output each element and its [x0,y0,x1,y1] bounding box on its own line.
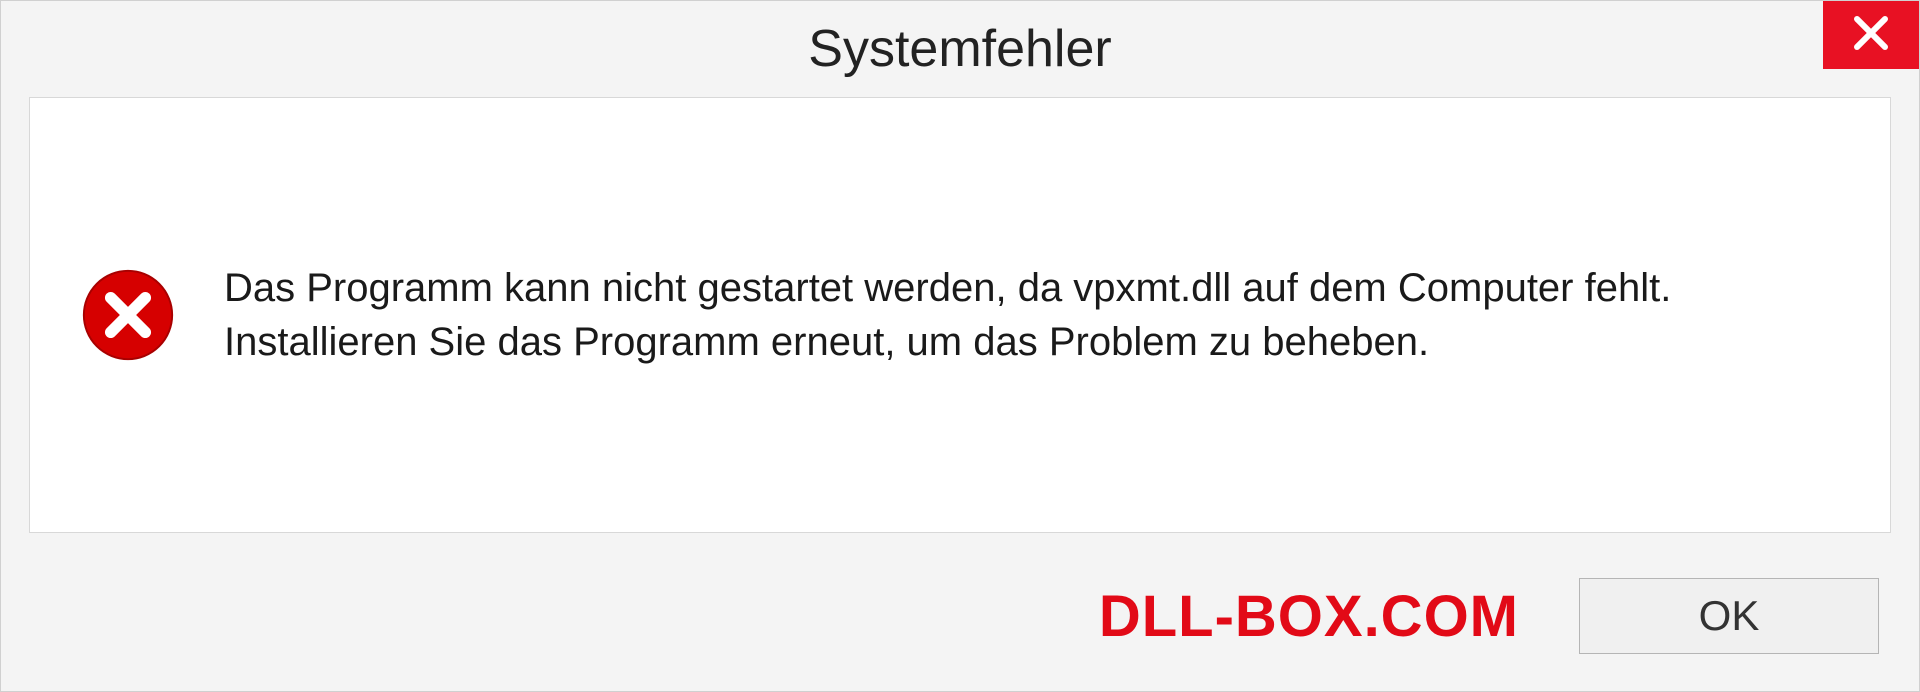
error-message-text: Das Programm kann nicht gestartet werden… [224,261,1840,369]
close-button[interactable] [1823,1,1919,69]
watermark-text: DLL-BOX.COM [1099,583,1519,650]
dialog-footer: DLL-BOX.COM OK [1,561,1919,691]
error-icon [80,267,176,363]
close-icon [1851,13,1891,58]
titlebar: Systemfehler [1,1,1919,97]
content-panel: Das Programm kann nicht gestartet werden… [29,97,1891,533]
ok-button-label: OK [1699,592,1760,640]
error-dialog-window: Systemfehler Das Programm kann nicht ges… [0,0,1920,692]
dialog-title: Systemfehler [808,19,1111,79]
ok-button[interactable]: OK [1579,578,1879,654]
